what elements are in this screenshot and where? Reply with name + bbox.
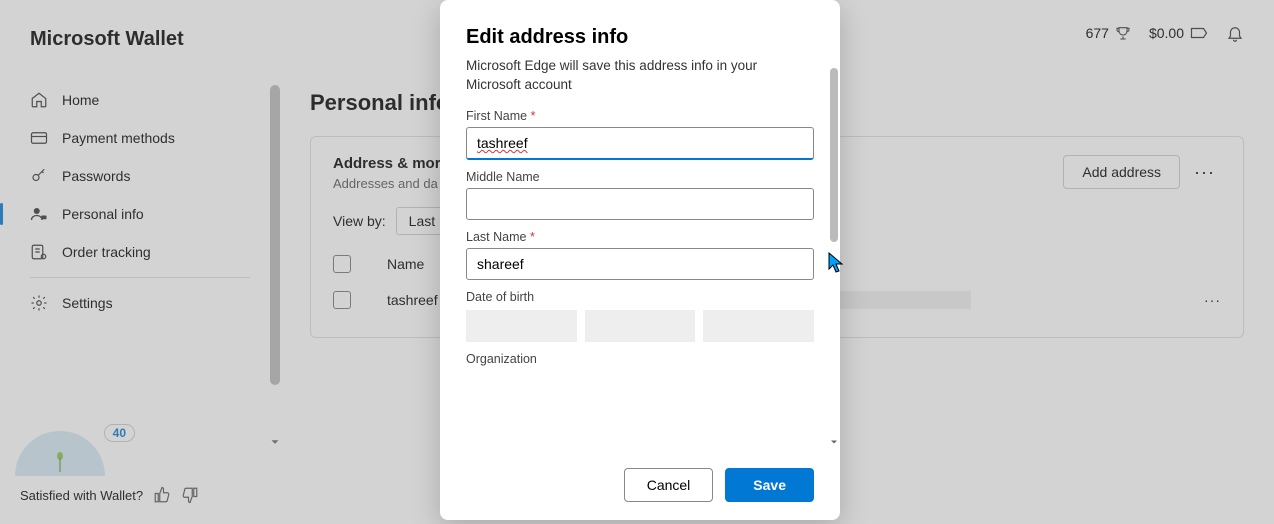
row-more-icon[interactable]: ··· [1204,292,1221,308]
dob-fields[interactable] [466,310,814,342]
sidebar: Microsoft Wallet Home Payment methods Pa… [0,0,280,524]
sidebar-item-label: Settings [62,295,113,311]
sidebar-item-label: Order tracking [62,244,151,260]
chevron-down-icon[interactable] [828,436,840,448]
column-email: Email [791,256,1171,272]
tag-icon [1190,26,1208,40]
org-label: Organization [466,352,814,366]
first-name-value: tashreef [477,135,528,151]
cancel-button[interactable]: Cancel [624,468,714,502]
sidebar-item-settings[interactable]: Settings [10,284,270,322]
key-icon [30,167,48,185]
first-name-label: First Name * [466,109,814,123]
order-icon [30,243,48,261]
app-title: Microsoft Wallet [0,20,280,71]
sidebar-item-label: Home [62,92,99,108]
points-value: 677 [1086,25,1109,41]
section-subtitle: Addresses and da [333,176,449,191]
section-more-icon[interactable]: ··· [1188,158,1221,187]
section-title: Address & more [333,155,449,172]
money-display[interactable]: $0.00 [1149,25,1208,41]
sidebar-item-passwords[interactable]: Passwords [10,157,270,195]
sidebar-item-label: Passwords [62,168,130,184]
feedback-question: Satisfied with Wallet? [20,488,143,503]
modal-scrollbar[interactable] [830,68,838,242]
add-address-button[interactable]: Add address [1063,155,1180,189]
points-display[interactable]: 677 [1086,25,1131,41]
dob-label: Date of birth [466,290,814,304]
nav-divider [30,277,250,278]
wallet-badge: 40 [104,424,135,442]
home-icon [30,91,48,109]
last-name-label: Last Name * [466,230,814,244]
sidebar-scrollbar[interactable] [270,85,280,385]
viewby-label: View by: [333,213,386,229]
card-icon [30,129,48,147]
sidebar-item-label: Payment methods [62,130,175,146]
sidebar-item-order[interactable]: Order tracking [10,233,270,271]
select-all-checkbox[interactable] [333,255,351,273]
thumbs-down-icon[interactable] [181,486,199,504]
middle-name-field[interactable] [466,188,814,220]
gear-icon [30,294,48,312]
trophy-icon [1115,25,1131,41]
bell-icon[interactable] [1226,24,1244,42]
nav-list: Home Payment methods Passwords Personal … [0,71,280,416]
modal-footer: Cancel Save [440,454,840,520]
modal-title: Edit address info [466,26,814,49]
last-name-field[interactable] [466,248,814,280]
edit-address-modal: Edit address info Microsoft Edge will sa… [440,0,840,520]
thumbs-up-icon[interactable] [153,486,171,504]
wallet-graphic: 40 [15,416,115,476]
middle-name-label: Middle Name [466,170,814,184]
sidebar-item-payment[interactable]: Payment methods [10,119,270,157]
feedback-row: Satisfied with Wallet? [0,476,280,514]
save-button[interactable]: Save [725,468,814,502]
sidebar-item-home[interactable]: Home [10,81,270,119]
modal-description: Microsoft Edge will save this address in… [466,57,814,95]
mouse-cursor [828,252,846,274]
topbar-right: 677 $0.00 [1086,24,1244,42]
money-value: $0.00 [1149,25,1184,41]
sidebar-item-label: Personal info [62,206,144,222]
person-icon [30,205,48,223]
first-name-field[interactable]: tashreef [466,127,814,160]
row-checkbox[interactable] [333,291,351,309]
sidebar-item-personal[interactable]: Personal info [10,195,270,233]
